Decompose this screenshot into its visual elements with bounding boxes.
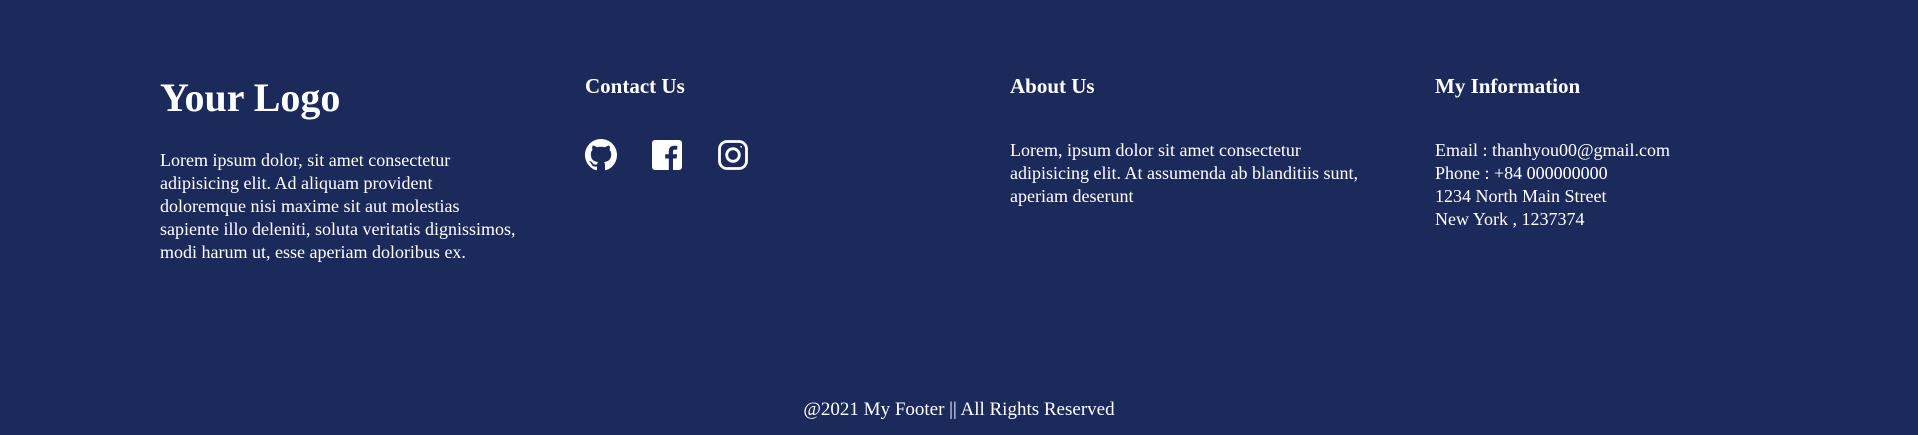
github-icon[interactable] — [585, 139, 617, 171]
info-phone: Phone : +84 000000000 — [1435, 163, 1608, 183]
info-heading: My Information — [1435, 74, 1581, 98]
site-footer: Your Logo Lorem ipsum dolor, sit amet co… — [0, 0, 1918, 435]
info-details: Email : thanhyou00@gmail.com Phone : +84… — [1435, 139, 1670, 231]
social-links — [585, 139, 749, 171]
brand-description: Lorem ipsum dolor, sit amet consectetur … — [160, 150, 516, 262]
footer-logo: Your Logo — [160, 75, 341, 120]
facebook-icon[interactable] — [651, 139, 683, 171]
info-street: 1234 North Main Street — [1435, 186, 1607, 206]
contact-heading: Contact Us — [585, 74, 685, 98]
info-email: Email : thanhyou00@gmail.com — [1435, 140, 1671, 160]
about-heading: About Us — [1010, 74, 1095, 98]
instagram-icon[interactable] — [717, 139, 749, 171]
info-city: New York , 1237374 — [1435, 209, 1585, 229]
about-text: Lorem, ipsum dolor sit amet consectetur … — [1010, 140, 1358, 206]
copyright-text: @2021 My Footer || All Rights Reserved — [803, 399, 1115, 420]
